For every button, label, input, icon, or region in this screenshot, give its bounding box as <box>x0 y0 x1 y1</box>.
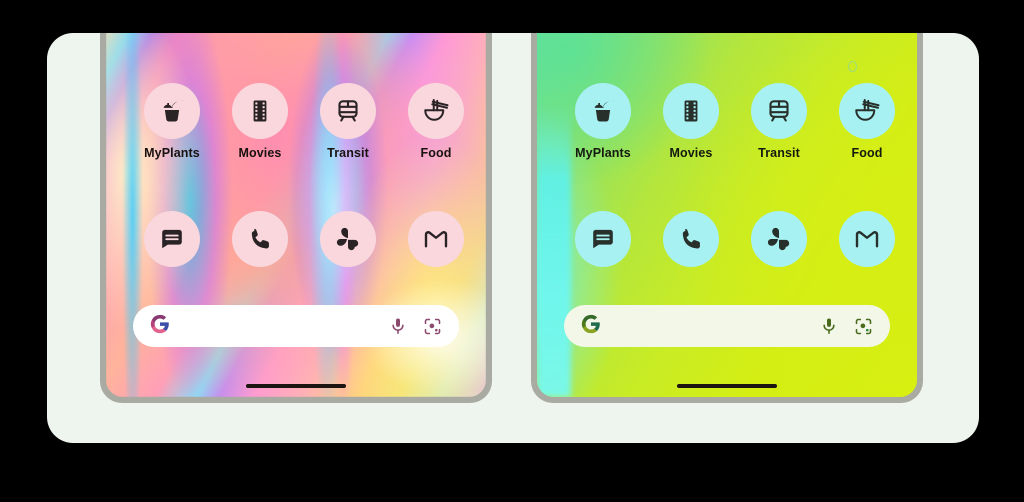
home-indicator[interactable] <box>246 384 346 388</box>
app-label: Transit <box>327 146 369 160</box>
home-indicator[interactable] <box>677 384 777 388</box>
messages-icon <box>575 211 631 267</box>
gmail-icon <box>408 211 464 267</box>
app-icon-food[interactable]: Food <box>830 83 904 160</box>
potted-plant-icon <box>144 83 200 139</box>
train-icon <box>320 83 376 139</box>
phone-icon <box>663 211 719 267</box>
app-icon-messages[interactable] <box>566 211 640 275</box>
messages-icon <box>144 211 200 267</box>
app-label: Transit <box>758 146 800 160</box>
showcase-card: MyPlants Movies Transit Food MyPlants Mo… <box>47 33 979 443</box>
google-lens-icon[interactable] <box>422 316 443 337</box>
noodle-bowl-icon <box>839 83 895 139</box>
microphone-icon[interactable] <box>819 316 839 336</box>
gmail-icon <box>839 211 895 267</box>
app-label: MyPlants <box>575 146 631 160</box>
app-label: MyPlants <box>144 146 200 160</box>
phone-screen-pink: MyPlants Movies Transit Food <box>106 33 486 397</box>
google-lens-icon[interactable] <box>853 316 874 337</box>
screenshot-stage: MyPlants Movies Transit Food MyPlants Mo… <box>0 0 1024 502</box>
phone-icon <box>232 211 288 267</box>
train-icon <box>751 83 807 139</box>
app-icon-messages[interactable] <box>135 211 209 275</box>
google-search-bar[interactable] <box>564 305 890 347</box>
google-g-icon <box>149 313 171 340</box>
app-icon-photos[interactable] <box>311 211 385 275</box>
app-label: Movies <box>669 146 713 160</box>
photos-pinwheel-icon <box>320 211 376 267</box>
film-strip-icon <box>663 83 719 139</box>
google-search-bar[interactable] <box>133 305 459 347</box>
app-icon-phone[interactable] <box>223 211 297 275</box>
app-icon-transit[interactable]: Transit <box>742 83 816 160</box>
app-icon-gmail[interactable] <box>830 211 904 275</box>
app-icon-food[interactable]: Food <box>399 83 473 160</box>
app-icon-myplants[interactable]: MyPlants <box>135 83 209 160</box>
potted-plant-icon <box>575 83 631 139</box>
app-icon-photos[interactable] <box>742 211 816 275</box>
google-g-icon <box>580 313 602 340</box>
app-label: Food <box>851 146 883 160</box>
app-icon-movies[interactable]: Movies <box>654 83 728 160</box>
phone-mockup-pink: MyPlants Movies Transit Food <box>100 33 492 403</box>
app-label: Movies <box>238 146 282 160</box>
app-icon-gmail[interactable] <box>399 211 473 275</box>
app-icon-transit[interactable]: Transit <box>311 83 385 160</box>
photos-pinwheel-icon <box>751 211 807 267</box>
microphone-icon[interactable] <box>388 316 408 336</box>
phone-mockup-lime: MyPlants Movies Transit Food <box>531 33 923 403</box>
app-icon-phone[interactable] <box>654 211 728 275</box>
app-icon-myplants[interactable]: MyPlants <box>566 83 640 160</box>
noodle-bowl-icon <box>408 83 464 139</box>
app-label: Food <box>420 146 452 160</box>
film-strip-icon <box>232 83 288 139</box>
app-icon-movies[interactable]: Movies <box>223 83 297 160</box>
phone-screen-lime: MyPlants Movies Transit Food <box>537 33 917 397</box>
